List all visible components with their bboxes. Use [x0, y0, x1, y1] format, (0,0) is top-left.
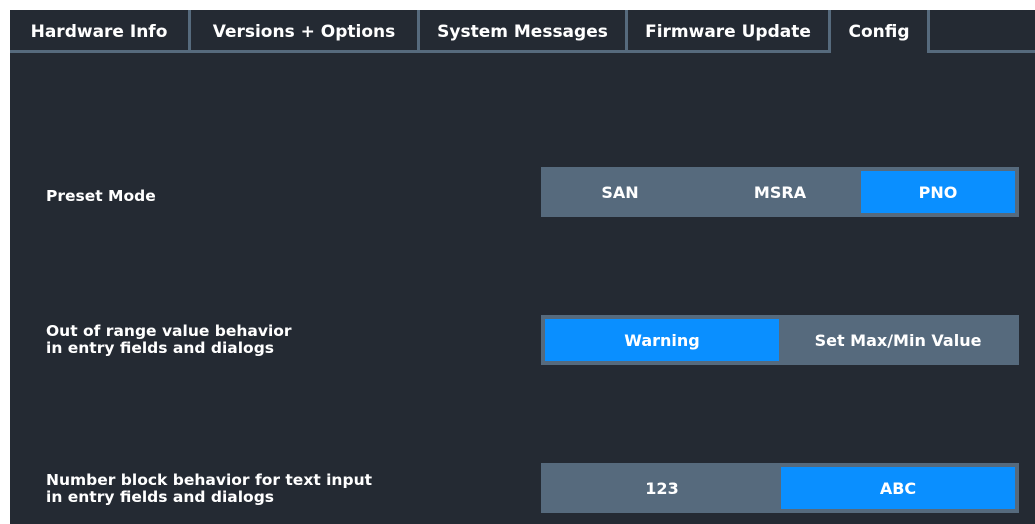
tab-label: Hardware Info	[30, 21, 168, 42]
out-of-range-selector: Warning Set Max/Min Value	[541, 315, 1019, 365]
number-block-label-line2: in entry fields and dialogs	[46, 488, 275, 506]
tab-label: System Messages	[437, 21, 608, 42]
tab-config[interactable]: Config	[831, 10, 930, 53]
number-block-label: Number block behavior for text input in …	[46, 472, 372, 506]
number-block-label-line1: Number block behavior for text input	[46, 471, 373, 489]
tab-bar: Hardware Info Versions + Options System …	[10, 10, 1035, 53]
tab-hardware-info[interactable]: Hardware Info	[10, 10, 191, 53]
preset-mode-pno-option[interactable]: PNO	[861, 171, 1015, 213]
config-window: Hardware Info Versions + Options System …	[10, 10, 1035, 524]
warning-option[interactable]: Warning	[545, 319, 779, 361]
tab-underline	[930, 50, 1035, 53]
out-of-range-label-line1: Out of range value behavior	[46, 322, 292, 340]
tab-firmware-update[interactable]: Firmware Update	[628, 10, 831, 53]
preset-mode-label: Preset Mode	[46, 187, 156, 205]
out-of-range-label-line2: in entry fields and dialogs	[46, 339, 275, 357]
tab-label: Versions + Options	[212, 21, 396, 42]
alpha-abc-option[interactable]: ABC	[781, 467, 1015, 509]
set-max-min-option[interactable]: Set Max/Min Value	[781, 319, 1015, 361]
number-block-selector: 123 ABC	[541, 463, 1019, 513]
numeric-123-option[interactable]: 123	[545, 467, 779, 509]
tab-underline	[10, 50, 831, 53]
preset-mode-msra-option[interactable]: MSRA	[705, 171, 855, 213]
preset-mode-san-option[interactable]: SAN	[545, 171, 695, 213]
tab-system-messages[interactable]: System Messages	[420, 10, 628, 53]
tab-label: Config	[848, 21, 910, 42]
out-of-range-label: Out of range value behavior in entry fie…	[46, 323, 292, 357]
tab-versions-options[interactable]: Versions + Options	[191, 10, 420, 53]
preset-mode-selector: SAN MSRA PNO	[541, 167, 1019, 217]
tab-label: Firmware Update	[645, 21, 811, 42]
